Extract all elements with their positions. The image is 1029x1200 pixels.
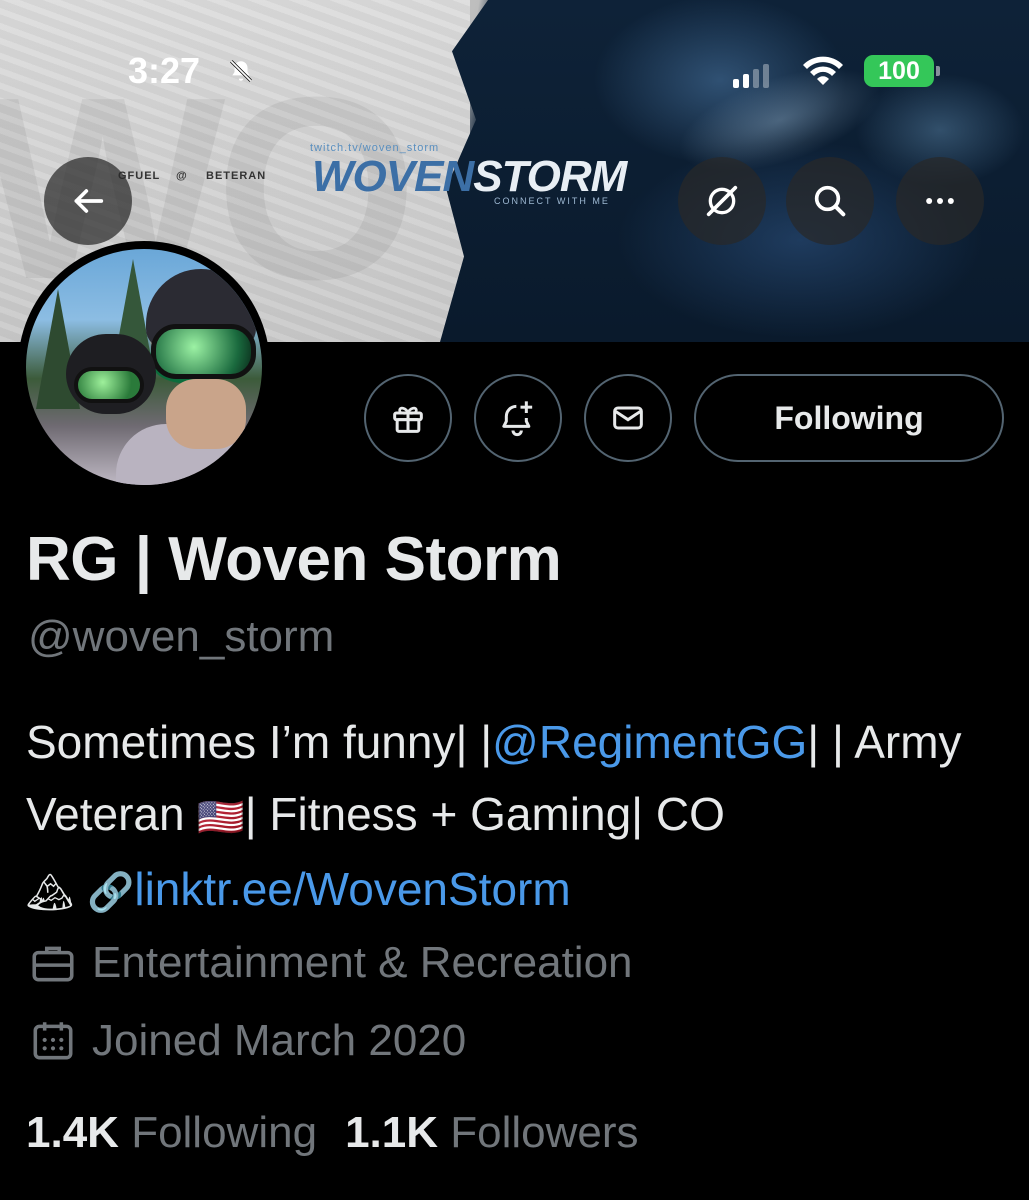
profile-category: Entertainment & Recreation (28, 938, 633, 988)
gift-icon (393, 406, 423, 433)
message-button[interactable] (584, 374, 672, 462)
link-emoji: 🔗 (87, 870, 135, 914)
notifications-button[interactable] (474, 374, 562, 462)
arrow-left-icon (74, 189, 104, 213)
back-button[interactable] (44, 157, 132, 245)
following-count: 1.4K (26, 1108, 119, 1157)
banner-tagline: CONNECT WITH ME (494, 196, 610, 206)
avatar[interactable] (18, 241, 270, 493)
battery-indicator: 100 (864, 55, 940, 87)
follow-stats: 1.4K Following 1.1K Followers (26, 1108, 639, 1158)
avatar-photo (26, 249, 262, 485)
brand-word-1: WOVEN (312, 152, 474, 201)
more-horizontal-icon (926, 198, 954, 204)
more-button[interactable] (896, 157, 984, 245)
followers-stat-label: Followers (450, 1108, 639, 1157)
sponsor-at-icon: @ (176, 170, 188, 182)
bio-text-1: Sometimes I’m funny| | (26, 716, 493, 768)
envelope-icon (613, 406, 643, 430)
banner-brand: WOVENSTORM (312, 152, 627, 202)
search-button[interactable] (786, 157, 874, 245)
username-handle: @woven_storm (28, 612, 335, 661)
status-time: 3:27 (128, 50, 201, 91)
followers-count: 1.1K (345, 1108, 439, 1157)
profile-joined-date: Joined March 2020 (28, 1016, 466, 1066)
sponsor-logo-2: BETERAN (206, 170, 267, 182)
following-stat[interactable]: 1.4K Following (26, 1108, 317, 1158)
brand-word-2: STORM (473, 152, 627, 201)
bio-mention-link[interactable]: @RegimentGG (492, 716, 807, 768)
bell-slash-icon (230, 60, 252, 82)
mountain-emoji: 🏔 (26, 870, 75, 914)
grok-button[interactable] (678, 157, 766, 245)
joined-label: Joined March 2020 (92, 1016, 467, 1065)
profile-bio: Sometimes I’m funny| |@RegimentGG| | Arm… (26, 706, 1006, 928)
following-stat-label: Following (131, 1108, 318, 1157)
followers-stat[interactable]: 1.1K Followers (345, 1108, 638, 1158)
category-label: Entertainment & Recreation (92, 938, 633, 987)
briefcase-icon (32, 946, 74, 982)
wifi-icon (803, 56, 843, 85)
bio-website-link[interactable]: linktr.ee/WovenStorm (134, 863, 570, 915)
subscribe-gift-button[interactable] (364, 374, 452, 462)
cellular-signal-icon (733, 64, 769, 88)
grok-icon (706, 185, 738, 217)
display-name: RG | Woven Storm (26, 525, 562, 594)
calendar-icon (33, 1022, 73, 1060)
bell-plus-icon (502, 401, 533, 437)
us-flag-emoji: 🇺🇸 (197, 795, 245, 839)
search-icon (814, 185, 846, 217)
bio-text-3: | Fitness + Gaming| CO (244, 788, 725, 840)
following-button[interactable]: Following (694, 374, 1004, 462)
